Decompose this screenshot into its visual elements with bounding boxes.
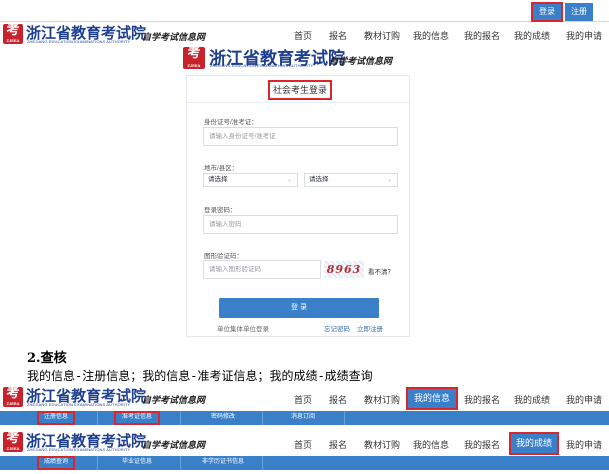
subnav-separator bbox=[344, 411, 345, 425]
card-divider bbox=[187, 102, 409, 103]
submit-login-button[interactable]: 登 录 bbox=[219, 298, 379, 318]
section-text: 我的信息-注册信息；我的信息-准考证信息；我的成绩-成绩查询 bbox=[27, 369, 373, 383]
nav-signup[interactable]: 报名 bbox=[329, 393, 347, 406]
nav-textbook-order[interactable]: 教材订购 bbox=[364, 29, 400, 42]
nav-textbook-order[interactable]: 教材订购 bbox=[364, 438, 400, 451]
subnav-my-score: 成绩查询 毕业证信息 非学历证书信息 bbox=[0, 456, 609, 470]
login-card: 社会考生登录 身份证号/准考证： 请输入身份证号/准考证 地市/县区： 请选择 … bbox=[186, 75, 410, 337]
nav-home[interactable]: 首页 bbox=[294, 438, 312, 451]
logo-mark-icon: 考 ZJEEA bbox=[3, 24, 23, 44]
nav-my-score[interactable]: 我的成绩 bbox=[514, 29, 550, 42]
tab-social-login[interactable]: 社会考生登录 bbox=[268, 80, 332, 100]
nav-my-apply[interactable]: 我的申请 bbox=[566, 29, 602, 42]
subnav-score-query[interactable]: 成绩查询 bbox=[37, 456, 75, 470]
nav-my-signup[interactable]: 我的报名 bbox=[464, 29, 500, 42]
region-label: 地市/县区： bbox=[204, 165, 239, 172]
group-login-link[interactable]: 单位集体单位登录 bbox=[217, 323, 269, 333]
subnav-nondegree-cert[interactable]: 非学历证书信息 bbox=[193, 457, 253, 469]
site-subtitle: 自学考试信息网 bbox=[329, 57, 393, 67]
section-heading: 2.查核 bbox=[27, 351, 67, 366]
subnav-change-password[interactable]: 密码修改 bbox=[205, 412, 241, 424]
login-button[interactable]: 登录 bbox=[531, 2, 563, 22]
nav-signup[interactable]: 报名 bbox=[329, 29, 347, 42]
captcha-label: 图形验证码： bbox=[204, 253, 243, 260]
nav-my-info[interactable]: 我的信息 bbox=[413, 438, 449, 451]
password-label: 登录密码： bbox=[204, 207, 237, 214]
logo-mark-icon: 考 ZJEEA bbox=[3, 432, 23, 452]
site-title-english: ZHEJIANG EDUCATION EXAMINATIONS AUTHORIT… bbox=[27, 402, 131, 407]
nav-my-score-active[interactable]: 我的成绩 bbox=[509, 432, 559, 455]
site-title-english: ZHEJIANG EDUCATION EXAMINATIONS AUTHORIT… bbox=[27, 447, 131, 452]
city-select-value: 请选择 bbox=[208, 176, 228, 183]
site-title-english: ZHEJIANG EDUCATION EXAMINATIONS AUTHORIT… bbox=[27, 39, 131, 44]
chevron-down-icon: ⌄ bbox=[286, 177, 292, 183]
logo-mark-icon: 考 ZJEEA bbox=[183, 47, 205, 69]
nav-my-score[interactable]: 我的成绩 bbox=[514, 393, 550, 406]
site-header-1: 考 ZJEEA 浙江省教育考试院 ZHEJIANG EDUCATION EXAMI… bbox=[0, 22, 609, 46]
id-input[interactable]: 请输入身份证号/准考证 bbox=[203, 127, 398, 146]
nav-textbook-order[interactable]: 教材订购 bbox=[364, 393, 400, 406]
chevron-down-icon: ⌄ bbox=[386, 177, 392, 183]
site-header-3: 考 ZJEEA 浙江省教育考试院 ZHEJIANG EDUCATION EXAMI… bbox=[0, 430, 609, 455]
captcha-input[interactable]: 请输入图形验证码 bbox=[203, 260, 321, 279]
subnav-separator bbox=[180, 411, 181, 425]
subnav-separator bbox=[180, 456, 181, 470]
site-subtitle: 自学考试信息网 bbox=[142, 441, 206, 451]
subnav-separator bbox=[97, 411, 98, 425]
nav-my-signup[interactable]: 我的报名 bbox=[464, 393, 500, 406]
nav-my-signup[interactable]: 我的报名 bbox=[464, 438, 500, 451]
nav-signup[interactable]: 报名 bbox=[329, 438, 347, 451]
city-select[interactable]: 请选择 ⌄ bbox=[203, 173, 298, 187]
center-logo: 考 ZJEEA 浙江省教育考试院 ZHEJIANG EDUCATION EXAMI… bbox=[183, 44, 433, 72]
password-input[interactable]: 请输入密码 bbox=[203, 215, 398, 234]
forgot-password-link[interactable]: 忘记密码 bbox=[324, 323, 350, 333]
site-header-2: 考 ZJEEA 浙江省教育考试院 ZHEJIANG EDUCATION EXAMI… bbox=[0, 385, 609, 410]
subnav-separator bbox=[262, 456, 263, 470]
subnav-separator bbox=[262, 411, 263, 425]
subnav-message-subscribe[interactable]: 消息订阅 bbox=[285, 412, 321, 424]
subnav-ticket-info[interactable]: 准考证信息 bbox=[114, 411, 160, 425]
subnav-register-info[interactable]: 注册信息 bbox=[37, 411, 75, 425]
nav-my-apply[interactable]: 我的申请 bbox=[566, 438, 602, 451]
subnav-my-info: 注册信息 准考证信息 密码修改 消息订阅 bbox=[0, 411, 609, 425]
site-subtitle: 自学考试信息网 bbox=[142, 33, 206, 43]
nav-my-info-active[interactable]: 我的信息 bbox=[406, 387, 458, 410]
captcha-refresh-link[interactable]: 看不清？ bbox=[368, 266, 394, 276]
logo-mark-icon: 考 ZJEEA bbox=[3, 387, 23, 407]
county-select[interactable]: 请选择 ⌄ bbox=[304, 173, 398, 187]
id-label: 身份证号/准考证： bbox=[204, 119, 258, 126]
county-select-value: 请选择 bbox=[309, 176, 329, 183]
nav-my-apply[interactable]: 我的申请 bbox=[566, 393, 602, 406]
register-button[interactable]: 注册 bbox=[565, 3, 593, 21]
subnav-diploma-info[interactable]: 毕业证信息 bbox=[115, 457, 159, 469]
top-bar bbox=[0, 0, 609, 22]
nav-my-info[interactable]: 我的信息 bbox=[413, 29, 449, 42]
captcha-image[interactable]: 8963 bbox=[324, 261, 364, 278]
register-now-link[interactable]: 立即注册 bbox=[357, 323, 383, 333]
nav-home[interactable]: 首页 bbox=[294, 29, 312, 42]
site-subtitle: 自学考试信息网 bbox=[142, 396, 206, 406]
subnav-separator bbox=[97, 456, 98, 470]
site-title-english: ZHEJIANG EDUCATION EXAMINATIONS AUTHORIT… bbox=[210, 63, 314, 68]
nav-home[interactable]: 首页 bbox=[294, 393, 312, 406]
